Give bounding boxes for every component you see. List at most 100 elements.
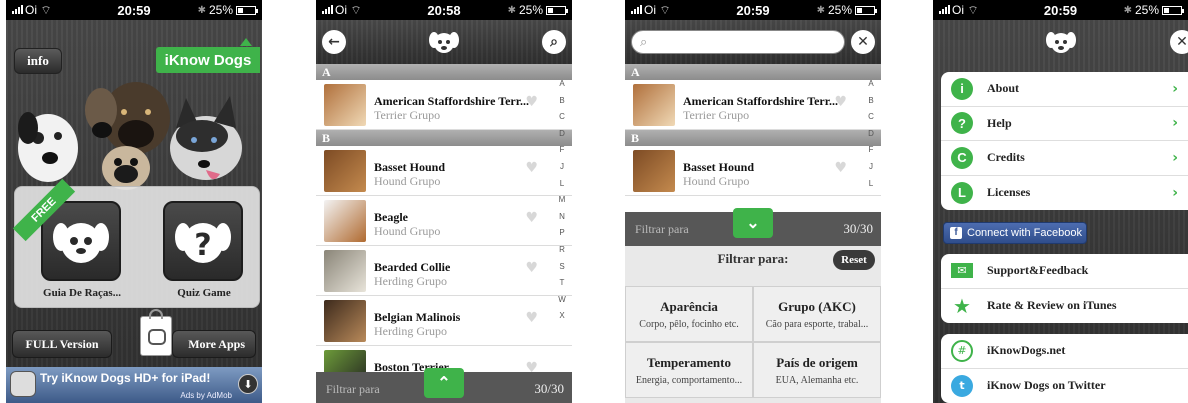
breed-thumbnail [633, 150, 675, 192]
list-item[interactable]: American Staffordshire Terr... Terrier G… [316, 80, 572, 130]
index-letter[interactable]: D [868, 126, 874, 143]
filter-count: 30/30 [843, 221, 873, 236]
close-icon[interactable]: ✕ [851, 30, 875, 54]
ad-text: Try iKnow Dogs HD+ for iPad! [40, 371, 211, 385]
menu-item-licenses[interactable]: L Licenses › [941, 176, 1188, 211]
section-index[interactable]: A B C D F J L [861, 70, 881, 193]
filter-temperament[interactable]: Temperamento Energia, comportamento... [625, 342, 753, 398]
filter-cell-title: Temperamento [646, 355, 731, 370]
status-bar: Oi ⌔ 20:58 ✱ 25% [316, 0, 572, 20]
reset-button[interactable]: Reset [833, 250, 875, 270]
info-button[interactable]: info [14, 48, 62, 74]
favorite-heart-icon[interactable]: ♥ [525, 310, 538, 326]
clock: 20:59 [117, 2, 151, 18]
filter-bar: Filtrar para ⌄ 30/30 [625, 208, 881, 246]
section-index[interactable]: A B C D F J L M N P R S T W X [552, 70, 572, 367]
chevron-down-icon[interactable]: ⌄ [733, 208, 773, 238]
index-letter[interactable]: X [559, 308, 564, 325]
breed-thumbnail [324, 250, 366, 292]
battery-icon [546, 5, 568, 15]
shopping-bag-icon[interactable] [140, 309, 172, 356]
list-item[interactable]: Basset Hound Hound Grupo ♥ [316, 146, 572, 196]
menu-item-label: Help [987, 115, 1012, 130]
index-letter[interactable]: J [560, 159, 564, 176]
close-icon[interactable]: ✕ [1170, 30, 1188, 54]
nav-bar: ⌕ ✕ [625, 20, 881, 64]
menu-item-rate[interactable]: ★ Rate & Review on iTunes [941, 289, 1188, 324]
favorite-heart-icon[interactable]: ♥ [525, 94, 538, 110]
settings-screen: Oi ⌔ 20:59 ✱ 25% ✕ i About › ? Help › C C… [933, 0, 1188, 403]
list-item[interactable]: Belgian Malinois Herding Grupo ♥ [316, 296, 572, 346]
ad-app-icon [10, 371, 36, 397]
index-letter[interactable]: T [560, 275, 565, 292]
dog-face-icon [53, 223, 109, 263]
filter-akc-group[interactable]: Grupo (AKC) Cão para esporte, trabal... [753, 286, 881, 342]
index-letter[interactable]: B [868, 93, 873, 110]
facebook-connect-button[interactable]: f Connect with Facebook [943, 222, 1087, 244]
index-letter[interactable]: L [560, 176, 564, 193]
index-letter[interactable]: R [559, 242, 565, 259]
index-letter[interactable]: A [868, 76, 873, 93]
section-header-b: B [316, 130, 572, 146]
index-letter[interactable]: N [559, 209, 565, 226]
search-icon: ⌕ [640, 34, 648, 50]
breed-group: Herding Grupo [374, 274, 447, 288]
list-item[interactable]: Basset Hound Hound Grupo ♥ [625, 146, 881, 196]
favorite-heart-icon[interactable]: ♥ [834, 94, 847, 110]
ad-banner[interactable]: Try iKnow Dogs HD+ for iPad! Ads by AdMo… [6, 367, 262, 403]
menu-item-help[interactable]: ? Help › [941, 107, 1188, 141]
index-letter[interactable]: F [560, 142, 565, 159]
favorite-heart-icon[interactable]: ♥ [834, 160, 847, 176]
list-item[interactable]: American Staffordshire Terr... Terrier G… [625, 80, 881, 130]
breed-group: Terrier Grupo [683, 108, 750, 122]
favorite-heart-icon[interactable]: ♥ [525, 260, 538, 276]
filter-cell-subtitle: Energia, comportamento... [635, 375, 743, 386]
index-letter[interactable]: F [869, 142, 874, 159]
index-letter[interactable]: C [559, 109, 565, 126]
download-icon[interactable]: ⬇ [238, 374, 258, 394]
ad-attribution: Ads by AdMob [180, 391, 232, 400]
menu-item-website[interactable]: # iKnowDogs.net [941, 334, 1188, 369]
quiz-game-tile[interactable]: ? [163, 201, 243, 281]
battery-icon [855, 5, 877, 15]
list-item[interactable]: Beagle Hound Grupo ♥ [316, 196, 572, 246]
search-icon[interactable]: ⌕ [542, 30, 566, 54]
quiz-game-label: Quiz Game [177, 287, 231, 299]
filter-appearance[interactable]: Aparência Corpo, pêlo, focinho etc. [625, 286, 753, 342]
menu-item-about[interactable]: i About › [941, 72, 1188, 107]
index-letter[interactable]: B [559, 93, 564, 110]
more-apps-button[interactable]: More Apps [172, 330, 256, 358]
help-icon: ? [951, 112, 973, 135]
index-letter[interactable]: C [868, 109, 874, 126]
index-letter[interactable]: M [559, 192, 566, 209]
clock: 20:59 [736, 2, 770, 18]
chevron-up-icon[interactable]: ⌃ [424, 368, 464, 398]
back-arrow-icon[interactable]: ← [322, 30, 346, 54]
menu-item-twitter[interactable]: t iKnow Dogs on Twitter [941, 369, 1188, 403]
menu-item-credits[interactable]: C Credits › [941, 141, 1188, 176]
index-letter[interactable]: J [869, 159, 873, 176]
menu-item-label: Licenses [987, 185, 1031, 200]
search-field[interactable]: ⌕ [631, 30, 845, 54]
status-bar: Oi ⌔ 20:59 ✱ 25% [625, 0, 881, 20]
breed-thumbnail [324, 84, 366, 126]
index-letter[interactable]: L [869, 176, 873, 193]
breed-name: Bearded Collie [374, 260, 451, 274]
breeds-guide-label: Guia De Raças... [43, 287, 121, 299]
menu-item-support[interactable]: ✉ Support&Feedback [941, 254, 1188, 289]
index-letter[interactable]: P [559, 225, 564, 242]
filter-country[interactable]: País de origem EUA, Alemanha etc. [753, 342, 881, 398]
search-input[interactable] [651, 35, 822, 49]
battery-icon [1162, 5, 1184, 15]
index-letter[interactable]: S [559, 259, 564, 276]
index-letter[interactable]: W [558, 292, 566, 309]
filter-cell-title: País de origem [776, 355, 858, 370]
chevron-right-icon: › [1172, 115, 1178, 132]
favorite-heart-icon[interactable]: ♥ [525, 160, 538, 176]
index-letter[interactable]: D [559, 126, 565, 143]
favorite-heart-icon[interactable]: ♥ [525, 210, 538, 226]
list-item[interactable]: Bearded Collie Herding Grupo ♥ [316, 246, 572, 296]
index-letter[interactable]: A [559, 76, 564, 93]
chevron-right-icon: › [1172, 184, 1178, 201]
full-version-button[interactable]: FULL Version [12, 330, 112, 358]
